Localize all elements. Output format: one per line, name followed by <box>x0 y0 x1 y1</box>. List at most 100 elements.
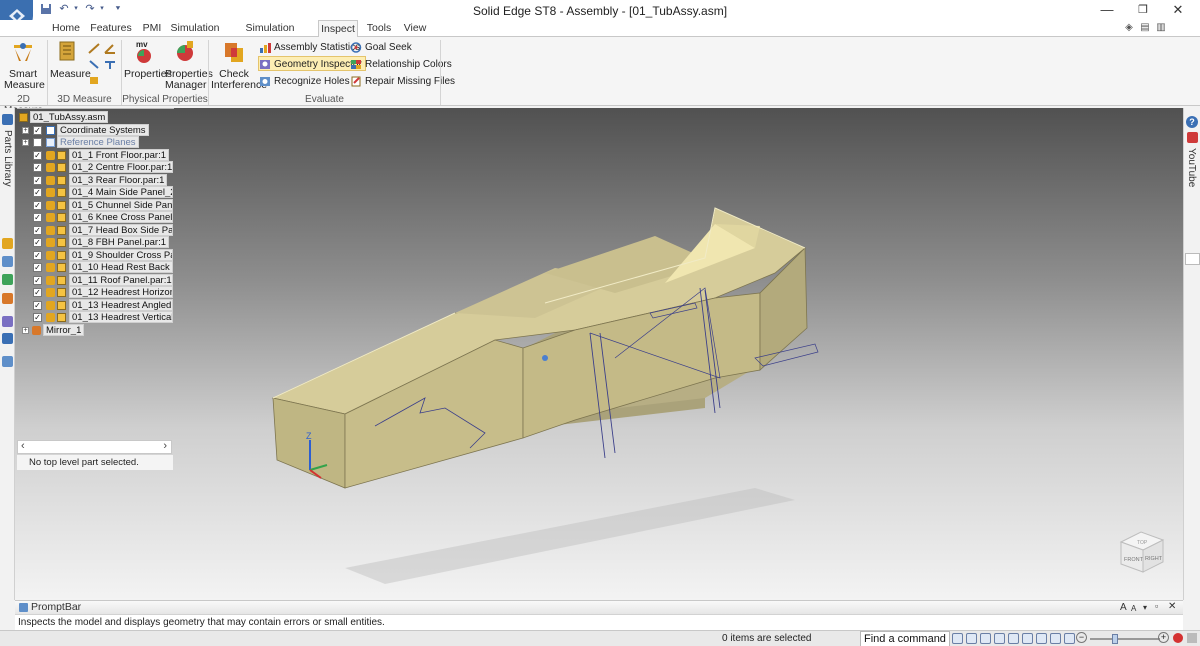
increase-font-icon[interactable]: A <box>1120 601 1127 614</box>
pan-icon[interactable] <box>994 633 1005 644</box>
goal-seek-button[interactable]: Goal Seek <box>350 40 412 55</box>
family-of-assemblies-icon[interactable] <box>2 333 13 344</box>
measure-area-icon[interactable] <box>88 75 100 86</box>
tree-item-coordinate-systems[interactable]: + ✓ Coordinate Systems <box>17 123 173 137</box>
tree-item-part[interactable]: ✓ 01_10 Head Rest Back Panel <box>17 261 173 274</box>
visibility-checkbox[interactable] <box>33 138 42 147</box>
view-orientation-icon[interactable] <box>1022 633 1033 644</box>
youtube-tab[interactable]: YouTube <box>1186 148 1197 187</box>
visibility-checkbox[interactable]: ✓ <box>33 263 42 272</box>
tree-item-part[interactable]: ✓ 01_13 Headrest Vertical Pane <box>17 311 173 324</box>
assembly-views-icon[interactable] <box>2 356 13 367</box>
smart-measure-button[interactable]: Smart Measure <box>4 39 45 91</box>
find-command-input[interactable]: Find a command <box>860 631 950 646</box>
parts-library-tab[interactable]: Parts Library <box>2 130 13 187</box>
properties-button[interactable]: mv Properties <box>124 39 172 80</box>
visibility-checkbox[interactable]: ✓ <box>33 313 42 322</box>
minimize-icon[interactable]: — <box>1095 2 1119 18</box>
edge-display-icon[interactable] <box>1050 633 1061 644</box>
visibility-checkbox[interactable]: ✓ <box>33 225 42 235</box>
visibility-checkbox[interactable]: ✓ <box>33 200 42 210</box>
tree-item-part[interactable]: ✓ 01_9 Shoulder Cross Panel.p <box>17 248 173 262</box>
visibility-checkbox[interactable]: ✓ <box>33 163 42 172</box>
measure-normal-icon[interactable] <box>104 59 116 70</box>
tree-item-part[interactable]: ✓ 01_5 Chunnel Side Panel.par:1 <box>17 198 173 212</box>
sensors-icon[interactable] <box>2 293 13 304</box>
tree-item-part[interactable]: ✓ 01_1 Front Floor.par:1 <box>17 148 173 162</box>
expand-icon[interactable]: + <box>22 139 29 146</box>
tab-inspect[interactable]: Inspect <box>318 20 358 38</box>
zoom-out-icon[interactable]: − <box>1076 632 1087 643</box>
relationships-icon[interactable] <box>2 316 13 327</box>
layers-icon[interactable] <box>2 256 13 267</box>
zoom-slider[interactable] <box>1090 638 1160 640</box>
scroll-left-icon[interactable]: ‹ <box>21 440 25 452</box>
restore-icon[interactable]: ❐ <box>1131 2 1155 18</box>
check-interference-button[interactable]: Check Interference <box>211 39 267 91</box>
tab-simulation-geometry[interactable]: Simulation Geometry <box>228 22 312 47</box>
tree-root[interactable]: 01_TubAssy.asm <box>17 111 173 124</box>
visibility-checkbox[interactable]: ✓ <box>33 275 42 285</box>
tree-item-mirror[interactable]: + Mirror_1 <box>17 323 173 337</box>
visibility-checkbox[interactable]: ✓ <box>33 125 42 135</box>
select-tools-icon[interactable] <box>2 274 13 285</box>
tree-item-part[interactable]: ✓ 01_3 Rear Floor.par:1 <box>17 173 173 187</box>
relationship-colors-button[interactable]: Relationship Colors <box>350 57 452 72</box>
recognize-holes-button[interactable]: Recognize Holes ▾ <box>259 74 360 89</box>
youtube-icon[interactable] <box>1187 132 1198 143</box>
dropdown-icon[interactable]: ▾ <box>1143 601 1147 614</box>
view-cube[interactable]: FRONT RIGHT TOP <box>1117 528 1167 576</box>
graphics-window[interactable]: Z FRONT RIGHT TOP <box>15 108 1183 600</box>
fit-icon[interactable] <box>980 633 991 644</box>
visibility-checkbox[interactable]: ✓ <box>33 300 42 310</box>
tree-item-part[interactable]: ✓ 01_6 Knee Cross Panel.par:1 <box>17 211 173 224</box>
expand-icon[interactable]: + <box>22 126 29 134</box>
visibility-checkbox[interactable]: ✓ <box>33 238 42 247</box>
tree-item-part[interactable]: ✓ 01_13 Headrest Angled Pane <box>17 298 173 312</box>
tree-item-part[interactable]: ✓ 01_8 FBH Panel.par:1 <box>17 236 173 249</box>
close-icon[interactable]: ✕ <box>1168 600 1176 613</box>
tree-item-part[interactable]: ✓ 01_4 Main Side Panel_2.par:1 <box>17 186 173 199</box>
visibility-checkbox[interactable]: ✓ <box>33 288 42 297</box>
tree-item-part[interactable]: ✓ 01_2 Centre Floor.par:1 <box>17 161 173 174</box>
visibility-checkbox[interactable]: ✓ <box>33 188 42 197</box>
parts-library-icon[interactable] <box>2 114 13 125</box>
expand-icon[interactable]: + <box>22 326 29 334</box>
layout-icon[interactable]: ▤ <box>1138 22 1152 35</box>
record-icon[interactable] <box>1173 633 1183 643</box>
tree-item-part[interactable]: ✓ 01_11 Roof Panel.par:1 <box>17 273 173 287</box>
upload-icon[interactable] <box>1187 633 1197 643</box>
tree-item-part[interactable]: ✓ 01_12 Headrest Horizontal P <box>17 286 173 299</box>
rotate-icon[interactable] <box>1008 633 1019 644</box>
tab-view[interactable]: View <box>400 22 430 37</box>
assembly-model[interactable]: Z <box>15 108 1183 600</box>
pathfinder-icon[interactable] <box>2 238 13 249</box>
measure-distance-icon[interactable] <box>88 43 100 54</box>
display-settings-icon[interactable]: ◈ <box>1122 22 1136 35</box>
zoom-in-icon[interactable]: + <box>1158 632 1169 643</box>
tree-item-part[interactable]: ✓ 01_7 Head Box Side Panel.par <box>17 223 173 237</box>
tab-features[interactable]: Features <box>90 22 132 37</box>
shaded-view-icon[interactable] <box>1036 633 1047 644</box>
panel-options-icon[interactable] <box>1185 253 1200 265</box>
window-options-icon[interactable]: ▥ <box>1154 22 1168 35</box>
tab-home[interactable]: Home <box>48 22 84 37</box>
decrease-font-icon[interactable]: A <box>1131 602 1136 615</box>
tree-item-reference-planes[interactable]: + Reference Planes <box>17 136 173 149</box>
visibility-checkbox[interactable]: ✓ <box>33 213 42 222</box>
measure-minimum-icon[interactable] <box>88 59 100 70</box>
visibility-checkbox[interactable]: ✓ <box>33 175 42 185</box>
tab-pmi[interactable]: PMI <box>140 22 164 37</box>
measure-button[interactable]: Measure <box>50 39 91 80</box>
tab-tools[interactable]: Tools <box>364 22 394 37</box>
assembly-statistics-button[interactable]: Assembly Statistics <box>259 40 360 55</box>
zoom-slider-thumb[interactable] <box>1112 634 1118 644</box>
properties-manager-button[interactable]: Properties Manager <box>165 39 213 91</box>
measure-angle-icon[interactable] <box>104 43 116 54</box>
close-icon[interactable]: ✕ <box>1166 2 1190 18</box>
scroll-right-icon[interactable]: › <box>163 440 167 452</box>
zoom-area-icon[interactable] <box>952 633 963 644</box>
visibility-checkbox[interactable]: ✓ <box>33 150 42 160</box>
visibility-checkbox[interactable]: ✓ <box>33 250 42 260</box>
tab-simulation[interactable]: Simulation <box>170 22 220 37</box>
